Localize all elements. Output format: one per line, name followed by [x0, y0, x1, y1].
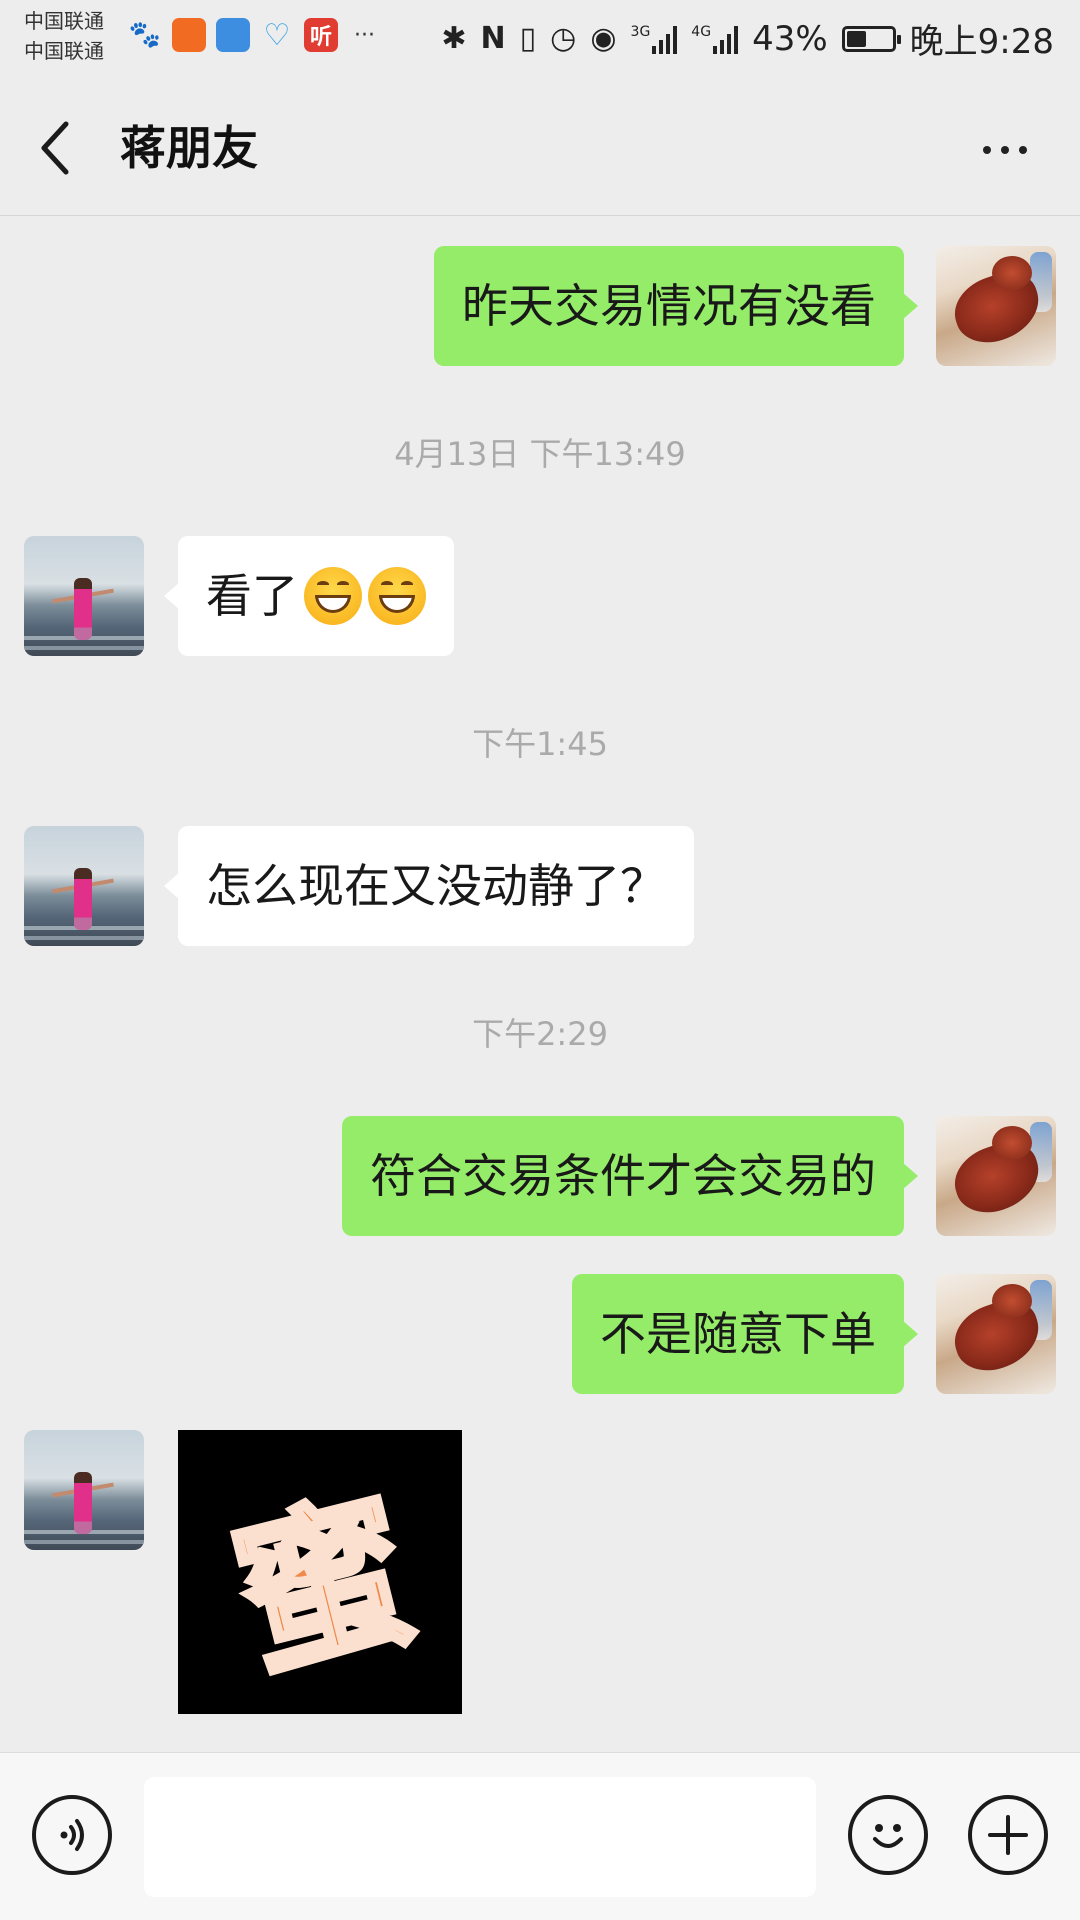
dot-icon [1019, 146, 1027, 154]
plus-icon [988, 1815, 1028, 1855]
emoji-button[interactable] [848, 1795, 928, 1875]
carrier-labels: 中国联通 中国联通 [24, 6, 104, 66]
contact-avatar[interactable] [24, 826, 144, 946]
contact-avatar[interactable] [24, 536, 144, 656]
more-functions-button[interactable] [968, 1795, 1048, 1875]
baidu-paw-icon: 🐾 [128, 20, 162, 50]
message-timestamp: 4月13日 下午13:49 [394, 435, 686, 473]
input-bar [0, 1752, 1080, 1920]
message-timestamp: 下午2:29 [472, 1015, 608, 1053]
sticker-glyph: 蜜 [214, 1468, 433, 1707]
message-bubble-self[interactable]: 不是随意下单 [572, 1274, 918, 1394]
sticker-image[interactable]: 蜜 [178, 1430, 462, 1714]
more-notifications-icon: ··· [354, 22, 375, 48]
network-label-1: 3G [630, 23, 651, 40]
system-status: ✱ N ▯ ◷ ◉ 3G 4G 43% 晚上9:28 [441, 14, 1054, 63]
message-bubble-other[interactable]: 看了 [164, 536, 454, 656]
message-bubble-other[interactable]: 怎么现在又没动静了？ [164, 826, 694, 946]
status-bar: 中国联通 中国联通 🐾 ♡ 听 ··· ✱ N ▯ ◷ ◉ 3G 4G 43% … [0, 0, 1080, 80]
carrier-1: 中国联通 [24, 9, 104, 33]
dot-icon [1001, 146, 1009, 154]
self-avatar[interactable] [936, 1274, 1056, 1394]
nfc-icon: N [480, 21, 506, 56]
eye-icon: ◉ [590, 21, 617, 56]
grinning-face-icon [304, 566, 362, 625]
self-avatar[interactable] [936, 246, 1056, 366]
message-text: 看了 [206, 569, 298, 623]
pingan-health-icon [172, 18, 206, 52]
listen-app-icon: 听 [304, 18, 338, 52]
grinning-face-icon [368, 566, 426, 625]
contact-avatar[interactable] [24, 1430, 144, 1550]
signal-4g-icon: 4G [691, 23, 739, 54]
dot-icon [983, 146, 991, 154]
network-label-2: 4G [691, 23, 712, 40]
clock: 晚上9:28 [909, 22, 1054, 62]
more-options-button[interactable] [970, 120, 1040, 180]
alarm-icon: ◷ [550, 21, 577, 56]
battery-fill [846, 30, 866, 47]
message-timestamp: 下午1:45 [472, 725, 608, 763]
emoji-icon [873, 1824, 903, 1848]
chat-title: 蒋朋友 [120, 121, 258, 175]
chat-bubble-icon: ♡ [263, 17, 291, 53]
notification-icons: 🐾 ♡ 听 ··· [128, 17, 375, 53]
self-avatar[interactable] [936, 1116, 1056, 1236]
chevron-left-icon [41, 121, 69, 175]
message-bubble-self[interactable]: 符合交易条件才会交易的 [342, 1116, 918, 1236]
message-input[interactable] [144, 1777, 816, 1897]
bluetooth-icon: ✱ [441, 21, 467, 56]
carrier-2: 中国联通 [24, 39, 104, 63]
chat-header: 蒋朋友 [0, 80, 1080, 216]
cat-app-icon [216, 18, 250, 52]
voice-input-button[interactable] [32, 1795, 112, 1875]
signal-3g-icon: 3G [631, 24, 678, 54]
vibrate-icon: ▯ [519, 21, 537, 56]
voice-icon [60, 1819, 84, 1851]
back-button[interactable] [36, 116, 96, 180]
battery-percent: 43% [752, 18, 828, 59]
battery-icon [841, 25, 901, 52]
message-bubble-self[interactable]: 昨天交易情况有没看 [434, 246, 918, 366]
